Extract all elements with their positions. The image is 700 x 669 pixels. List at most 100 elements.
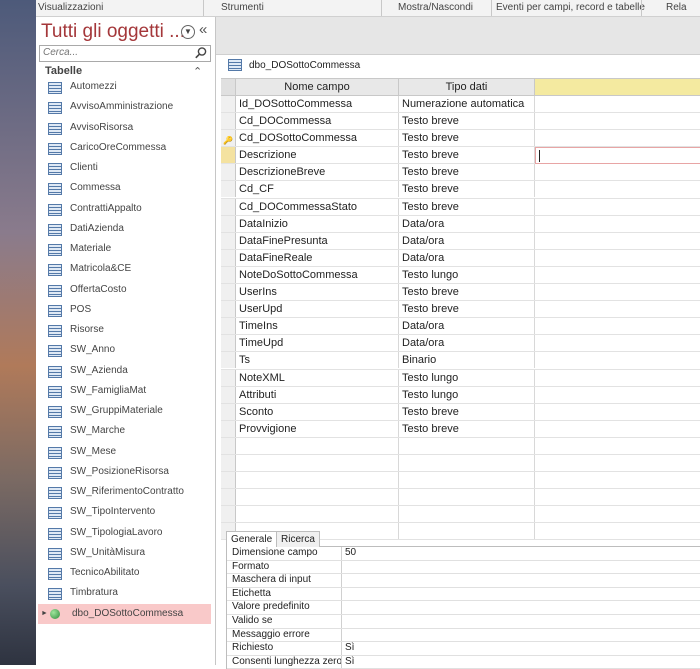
table-row[interactable]: Id_DOSottoCommessa Numerazione automatica [221,96,700,114]
ribbon-group-relations[interactable]: Rela [666,2,687,13]
field-name-cell[interactable]: NoteDoSottoCommessa [239,267,397,283]
nav-table-item-selected[interactable]: ► dbo_DOSottoCommessa [38,603,211,624]
data-type-cell[interactable]: Testo breve [402,404,535,420]
data-type-cell[interactable]: Testo breve [402,284,535,300]
row-selector[interactable] [221,249,236,266]
property-row[interactable]: Richiesto Sì [227,642,700,656]
data-type-cell[interactable]: Testo lungo [402,267,535,283]
nav-table-item[interactable]: OffertaCosto [36,280,215,300]
nav-table-item[interactable]: Risorse [36,320,215,340]
nav-table-item[interactable]: Matricola&CE [36,259,215,279]
data-type-cell[interactable]: Testo breve [402,199,535,215]
table-row[interactable] [221,489,700,507]
tab-general[interactable]: Generale [226,531,278,547]
collapse-pane-icon[interactable]: « [199,21,207,38]
field-name-cell[interactable]: Provvigione [239,421,397,437]
data-type-cell[interactable]: Testo breve [402,181,535,197]
table-row[interactable]: 🔑 Cd_DOSottoCommessa Testo breve [221,130,700,148]
ribbon-group-events[interactable]: Eventi per campi, record e tabelle [496,2,645,13]
row-selector[interactable]: 🔑 [221,130,236,147]
field-name-cell[interactable]: Sconto [239,404,397,420]
row-selector[interactable] [221,215,236,232]
table-row[interactable]: UserUpd Testo breve [221,301,700,319]
document-tab[interactable]: dbo_DOSottoCommessa [228,57,360,75]
nav-group-header-tables[interactable]: Tabelle [45,65,82,77]
data-type-cell[interactable]: Data/ora [402,335,535,351]
property-row[interactable]: Valido se [227,614,700,629]
data-type-cell[interactable]: Testo breve [402,164,535,180]
data-type-cell[interactable]: Data/ora [402,318,535,334]
field-name-cell[interactable]: Cd_DOCommessa [239,113,397,129]
table-row[interactable] [221,472,700,490]
table-row[interactable]: UserIns Testo breve [221,284,700,302]
table-row[interactable]: Sconto Testo breve [221,403,700,421]
field-name-cell[interactable]: Ts [239,352,397,368]
nav-pane-title[interactable]: Tutti gli oggetti ... [41,21,185,43]
nav-table-item[interactable]: POS [36,300,215,320]
field-name-cell[interactable]: DataFineReale [239,250,397,266]
property-row[interactable]: Dimensione campo 50 [227,547,700,561]
row-selector[interactable] [221,266,236,283]
property-row[interactable]: Consenti lunghezza zero Sì [227,655,700,669]
nav-table-item[interactable]: SW_FamigliaMat [36,381,215,401]
field-name-cell[interactable]: UserUpd [239,301,397,317]
row-selector[interactable] [221,232,236,249]
property-value[interactable]: 50 [345,547,356,560]
field-name-cell[interactable]: Descrizione [239,147,397,163]
data-type-cell[interactable]: Testo breve [402,113,535,129]
property-row[interactable]: Formato [227,560,700,575]
field-name-cell[interactable]: DataFinePresunta [239,233,397,249]
table-row[interactable]: TimeUpd Data/ora [221,335,700,353]
table-row[interactable]: Descrizione Testo breve [221,147,700,165]
field-name-cell[interactable]: DataInizio [239,216,397,232]
data-type-cell[interactable]: Testo breve [402,301,535,317]
data-type-cell[interactable]: Testo lungo [402,370,535,386]
table-row[interactable]: DataInizio Data/ora [221,215,700,233]
column-header-field-name[interactable]: Nome campo [236,79,399,95]
nav-table-item[interactable]: Timbratura [36,583,215,603]
field-name-cell[interactable]: UserIns [239,284,397,300]
nav-table-item[interactable]: SW_GruppiMateriale [36,401,215,421]
row-selector[interactable] [221,335,236,352]
field-name-cell[interactable]: TimeIns [239,318,397,334]
table-row[interactable]: Cd_DOCommessaStato Testo breve [221,198,700,216]
nav-table-item[interactable]: ContrattiAppalto [36,199,215,219]
chevron-down-icon[interactable]: ▼ [181,25,195,39]
ribbon-group-views[interactable]: Visualizzazioni [38,2,103,13]
data-type-cell[interactable]: Binario [402,352,535,368]
field-name-cell[interactable]: Cd_CF [239,181,397,197]
table-row[interactable]: DataFineReale Data/ora [221,249,700,267]
description-cell-active[interactable] [535,147,700,165]
property-value[interactable]: Sì [345,656,354,669]
field-name-cell[interactable]: NoteXML [239,370,397,386]
field-name-cell[interactable]: Cd_DOSottoCommessa [239,130,397,146]
data-type-cell[interactable]: Data/ora [402,216,535,232]
field-name-cell[interactable]: Attributi [239,387,397,403]
row-selector[interactable] [221,352,236,369]
nav-table-item[interactable]: DatiAzienda [36,219,215,239]
select-all-cell[interactable] [221,79,236,95]
nav-table-item[interactable]: Materiale [36,239,215,259]
data-type-cell[interactable]: Testo breve [402,421,535,437]
table-row[interactable]: NoteXML Testo lungo [221,369,700,387]
table-row[interactable] [221,454,700,473]
data-type-cell[interactable]: Numerazione automatica [402,96,535,112]
nav-table-item[interactable]: AvvisoAmministrazione [36,97,215,117]
row-selector[interactable] [221,96,236,112]
row-selector[interactable] [221,318,236,335]
data-type-cell[interactable]: Testo lungo [402,387,535,403]
table-row[interactable]: Cd_CF Testo breve [221,181,700,199]
nav-table-item[interactable]: TecnicoAbilitato [36,563,215,583]
table-row[interactable]: TimeIns Data/ora [221,318,700,336]
row-selector[interactable] [221,403,236,420]
nav-table-item[interactable]: Clienti [36,158,215,178]
data-type-cell[interactable]: Testo breve [402,130,535,146]
row-selector[interactable] [221,472,236,489]
table-row[interactable]: Cd_DOCommessa Testo breve [221,113,700,131]
nav-table-item[interactable]: Commessa [36,178,215,198]
ribbon-group-tools[interactable]: Strumenti [221,2,264,13]
property-row[interactable]: Valore predefinito [227,601,700,615]
tab-lookup[interactable]: Ricerca [276,531,320,547]
property-value[interactable]: Sì [345,642,354,655]
nav-table-item[interactable]: SW_Mese [36,442,215,462]
